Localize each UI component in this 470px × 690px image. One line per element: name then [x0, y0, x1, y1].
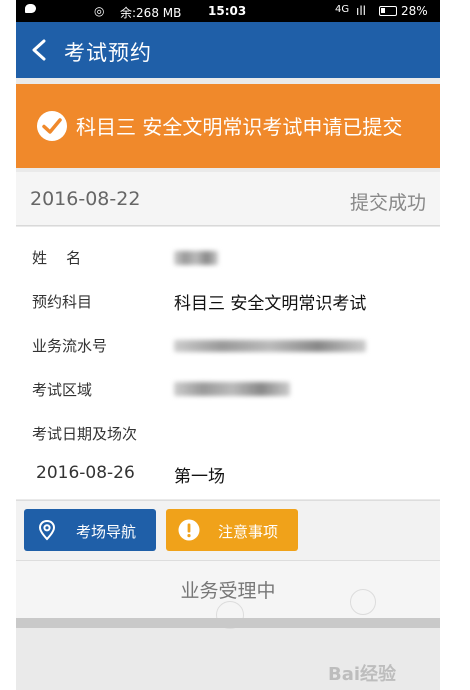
- processing-text: 业务受理中: [180, 580, 276, 602]
- exam-session: 第一场: [174, 467, 225, 487]
- exam-date: 2016-08-26: [36, 463, 135, 483]
- battery-level: 28%: [401, 4, 428, 18]
- watermark: Bai经验: [328, 664, 397, 685]
- bottom-divider: [16, 618, 440, 628]
- page-title: 考试预约: [64, 41, 152, 65]
- exclamation-circle-icon: [178, 519, 200, 541]
- submission-status: 提交成功: [349, 192, 426, 214]
- details-panel: 姓 名 预约科目 科目三 安全文明常识考试 业务流水号 考试区域 考试日期及场次…: [16, 227, 440, 499]
- schedule-label: 考试日期及场次: [32, 425, 138, 443]
- notice-label: 注意事项: [218, 523, 279, 541]
- network-type: 4G: [335, 4, 350, 15]
- decorative-ring: [350, 589, 376, 615]
- phone-screen: ◎ 余:268 MB 15:03 4G ıll 28% 考试预约 科目三 安全文…: [16, 0, 440, 690]
- serial-value-redacted: [174, 340, 366, 352]
- processing-status-row: 业务受理中: [16, 560, 440, 629]
- name-value-redacted: [174, 251, 218, 265]
- submission-date: 2016-08-22: [30, 188, 141, 210]
- name-label: 姓 名: [32, 249, 82, 267]
- hotspot-icon: ◎: [94, 4, 105, 18]
- back-arrow-icon[interactable]: [30, 39, 50, 61]
- title-bar: 考试预约: [16, 22, 440, 78]
- submission-banner: 科目三 安全文明常识考试申请已提交: [16, 84, 440, 168]
- clock: 15:03: [208, 4, 247, 18]
- venue-navigation-button[interactable]: 考场导航: [24, 509, 156, 551]
- serial-label: 业务流水号: [32, 337, 108, 355]
- status-bar: ◎ 余:268 MB 15:03 4G ıll 28%: [16, 0, 440, 22]
- battery-icon: [379, 6, 397, 16]
- banner-message: 科目三 安全文明常识考试申请已提交: [76, 115, 403, 139]
- signal-icon: ıll: [356, 4, 367, 18]
- venue-navigation-label: 考场导航: [76, 523, 137, 541]
- subject-label: 预约科目: [32, 293, 93, 311]
- area-label: 考试区域: [32, 381, 93, 399]
- action-row: 考场导航 注意事项: [16, 500, 440, 560]
- location-pin-icon: [38, 519, 56, 541]
- subject-value: 科目三 安全文明常识考试: [174, 294, 367, 314]
- message-icon: [25, 4, 36, 13]
- notice-button[interactable]: 注意事项: [166, 509, 298, 551]
- check-circle-icon: [37, 111, 67, 141]
- memory-indicator: 余:268 MB: [120, 6, 182, 20]
- area-value-redacted: [174, 382, 290, 396]
- submission-summary: 2016-08-22 提交成功: [16, 172, 440, 226]
